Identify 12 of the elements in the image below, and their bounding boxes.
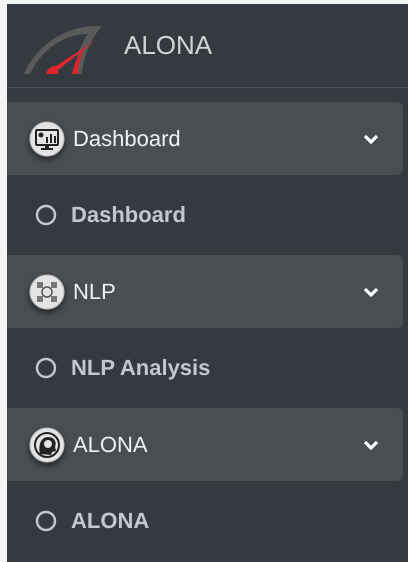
menu-group[interactable]: NLP: [7, 255, 403, 328]
circle-icon: [35, 510, 57, 532]
submenu-item[interactable]: ALONA: [7, 481, 408, 561]
menu-group[interactable]: ALONA: [7, 408, 403, 481]
submenu-item[interactable]: NLP Analysis: [7, 328, 408, 408]
circle-icon: [35, 204, 57, 226]
brand-name: ALONA: [124, 30, 212, 61]
submenu-item[interactable]: Dashboard: [7, 175, 408, 255]
menu-group[interactable]: Dashboard: [7, 102, 403, 175]
network-icon: [29, 274, 65, 310]
circle-icon: [35, 357, 57, 379]
monitor-chart-icon: [29, 120, 65, 156]
